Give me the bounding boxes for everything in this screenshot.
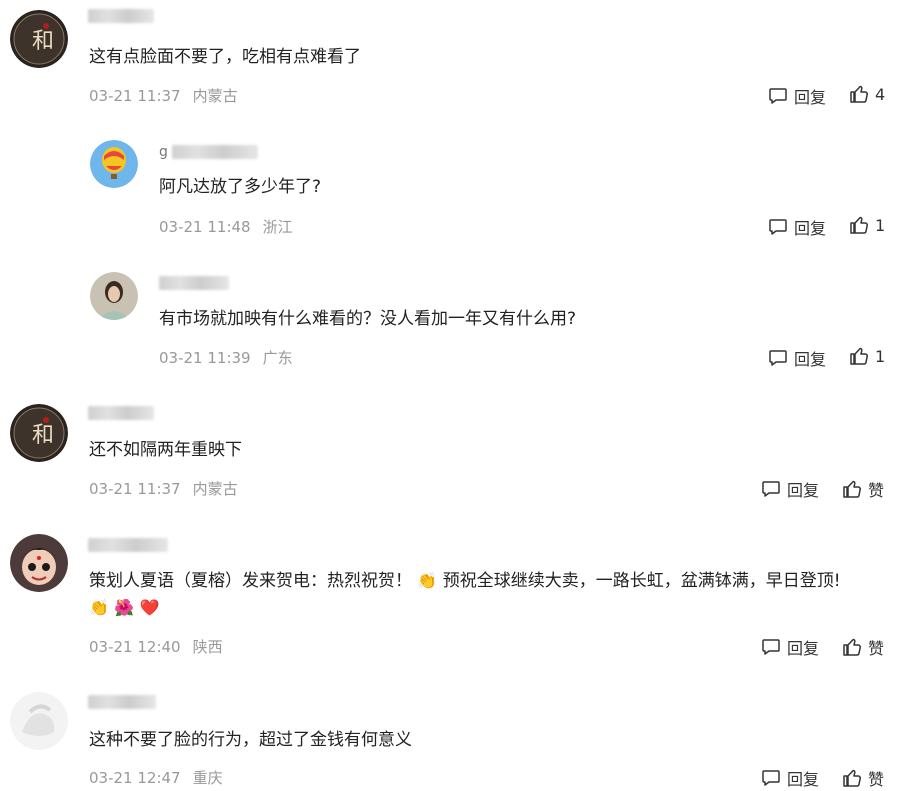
comment-text: 这有点脸面不要了，吃相有点难看了 [89,47,361,67]
svg-text:和: 和 [32,29,54,54]
clap-emoji: 👏 [89,598,109,617]
comment-icon [762,770,780,786]
username[interactable]: g [159,144,259,160]
comment-meta: 03-21 11:48 浙江 [159,216,293,237]
thumbs-up-icon [843,480,861,498]
comment-text: 这种不要了脸的行为，超过了金钱有何意义 [89,730,412,750]
comment-icon [762,481,780,497]
cartoon-boy-avatar-icon [10,534,68,592]
like-count: 4 [875,84,886,104]
thumbs-up-icon [843,638,861,656]
reply-label: 回复 [787,770,820,789]
reply-button[interactable]: 回复 [768,215,826,239]
comment-meta: 03-21 11:37 内蒙古 [89,478,238,499]
username[interactable] [88,405,154,421]
clap-emoji: 👏 [417,571,438,590]
reply-label: 回复 [794,219,827,238]
comment-emoji-line: 👏 🌺 ❤️ [89,593,160,623]
avatar[interactable]: 和 [10,10,68,68]
woman-portrait-avatar-icon [90,272,138,320]
like-button[interactable]: 4 [849,84,885,104]
reply-button[interactable]: 回复 [768,84,826,108]
like-button[interactable]: 1 [849,346,885,366]
comment-meta: 03-21 12:40 陕西 [89,636,223,657]
comment-location: 内蒙古 [192,480,238,498]
reply-label: 回复 [787,481,820,500]
calligraphy-avatar-icon: 和 [10,404,68,462]
comment-meta: 03-21 11:37 内蒙古 [89,85,238,106]
comment-location: 广东 [262,349,293,367]
like-label: 赞 [868,770,885,789]
username[interactable] [159,275,229,291]
like-count: 1 [875,215,886,235]
comment-text: 还不如隔两年重映下 [89,440,242,460]
username[interactable] [88,8,154,24]
thumbs-up-icon [850,347,868,365]
like-button[interactable]: 赞 [842,766,884,790]
comment-date: 03-21 12:40 [89,638,181,656]
reply-button[interactable]: 回复 [761,477,819,501]
comment-location: 陕西 [192,638,223,656]
comment-text: 策划人夏语（夏榕）发来贺电：热烈祝贺！ 👏 预祝全球继续大卖，一路长虹，盆满钵满… [89,566,841,596]
like-button[interactable]: 赞 [842,477,884,501]
avatar[interactable] [10,534,68,592]
avatar[interactable] [10,692,68,750]
username[interactable] [88,694,156,710]
comment-icon [769,350,787,366]
comment-text: 阿凡达放了多少年了? [159,177,322,197]
username-prefix: g [159,144,168,160]
reply-label: 回复 [787,639,820,658]
thumbs-up-icon [843,769,861,787]
comment-date: 03-21 11:48 [159,218,251,236]
like-count: 1 [875,346,886,366]
reply-button[interactable]: 回复 [761,635,819,659]
thumbs-up-icon [850,85,868,103]
white-abstract-avatar-icon [10,692,68,750]
comment-meta: 03-21 12:47 重庆 [89,767,223,788]
comment-icon [769,88,787,104]
svg-text:和: 和 [32,423,54,448]
heart-emoji: ❤️ [139,598,160,617]
comment-date: 03-21 11:37 [89,480,181,498]
comment-text-part: 策划人夏语（夏榕）发来贺电：热烈祝贺！ [89,571,412,591]
comment-location: 重庆 [192,769,223,787]
reply-label: 回复 [794,350,827,369]
comment-text-part: 预祝全球继续大卖，一路长虹，盆满钵满，早日登顶! [442,571,841,591]
thumbs-up-icon [850,216,868,234]
like-label: 赞 [868,481,885,500]
flower-emoji: 🌺 [114,598,135,617]
comment-meta: 03-21 11:39 广东 [159,347,293,368]
like-button[interactable]: 1 [849,215,885,235]
avatar[interactable]: 和 [10,404,68,462]
avatar[interactable] [90,272,138,320]
comment-date: 03-21 11:39 [159,349,251,367]
like-button[interactable]: 赞 [842,635,884,659]
comment-date: 03-21 12:47 [89,769,181,787]
calligraphy-avatar-icon: 和 [10,10,68,68]
comment-date: 03-21 11:37 [89,87,181,105]
comment-location: 内蒙古 [192,87,238,105]
avatar[interactable] [90,140,138,188]
reply-label: 回复 [794,88,827,107]
comment-location: 浙江 [262,218,293,236]
comment-icon [762,639,780,655]
comment-icon [769,219,787,235]
username[interactable] [88,537,168,553]
comment-text: 有市场就加映有什么难看的？没人看加一年又有什么用? [159,309,577,329]
reply-button[interactable]: 回复 [761,766,819,790]
like-label: 赞 [868,639,885,658]
hot-air-balloon-avatar-icon [90,140,138,188]
reply-button[interactable]: 回复 [768,346,826,370]
